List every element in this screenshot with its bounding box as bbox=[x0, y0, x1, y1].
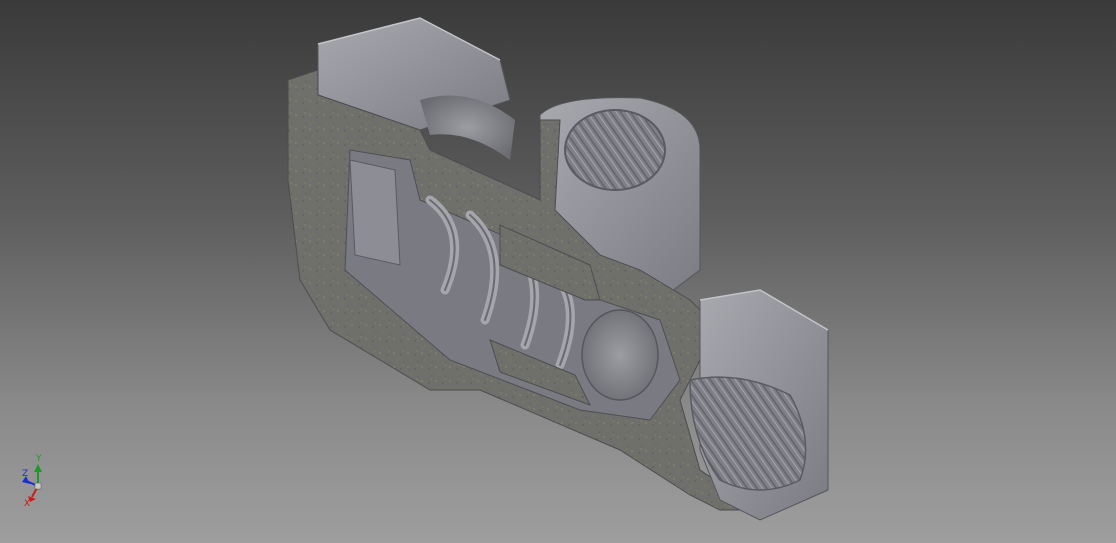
triad-axes bbox=[22, 464, 42, 502]
valve-body-model[interactable] bbox=[0, 0, 1116, 543]
triad-x-label: X bbox=[24, 499, 31, 509]
lower-port-thread bbox=[689, 376, 807, 491]
valve-disc bbox=[581, 309, 659, 401]
left-boss-bore bbox=[420, 95, 515, 160]
view-triad[interactable]: Y X Z bbox=[14, 452, 74, 512]
left-pocket bbox=[349, 159, 401, 266]
triad-z-label: Z bbox=[22, 469, 29, 479]
triad-y-label: Y bbox=[36, 454, 42, 464]
graphics-viewport[interactable]: Y X Z bbox=[0, 0, 1116, 543]
